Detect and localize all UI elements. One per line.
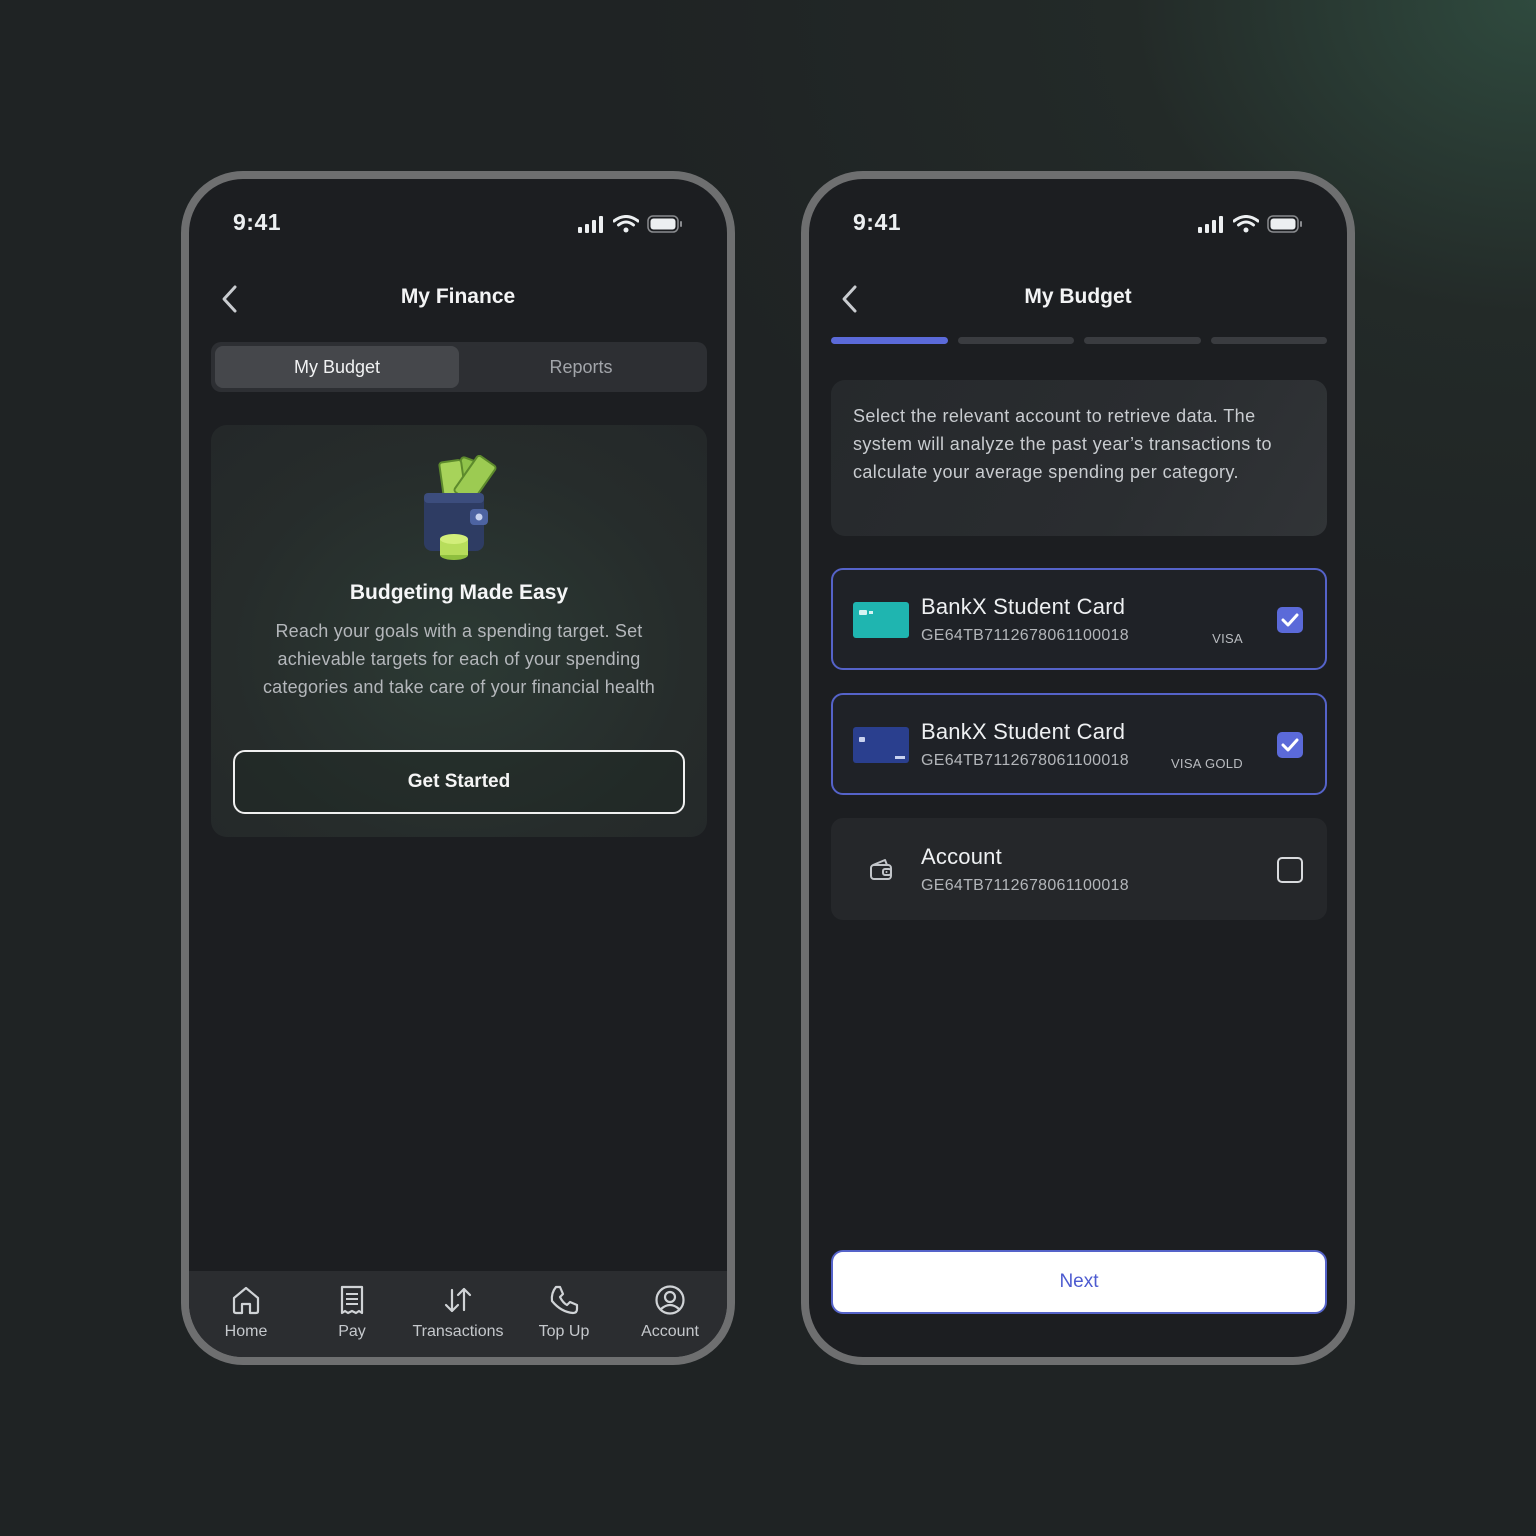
get-started-button[interactable]: Get Started bbox=[233, 750, 685, 814]
arrows-up-down-icon bbox=[441, 1283, 475, 1317]
user-circle-icon bbox=[653, 1283, 687, 1317]
segmented-control: My Budget Reports bbox=[211, 342, 707, 392]
battery-icon bbox=[647, 215, 682, 233]
tab-top-up[interactable]: Top Up bbox=[511, 1271, 617, 1357]
nav-header: My Finance bbox=[189, 275, 727, 323]
hero-description: Reach your goals with a spending target.… bbox=[262, 621, 656, 697]
bottom-tab-bar: Home Pay Transactions Top Up Account bbox=[189, 1271, 727, 1357]
tab-home[interactable]: Home bbox=[193, 1271, 299, 1357]
wifi-icon bbox=[613, 215, 639, 233]
next-button[interactable]: Next bbox=[831, 1250, 1327, 1314]
account-checkbox[interactable] bbox=[1277, 857, 1303, 883]
wifi-icon bbox=[1233, 215, 1259, 233]
card-network: VISA bbox=[1212, 631, 1243, 646]
phone-my-finance: 9:41 My Finance My Budget Reports Budget… bbox=[181, 171, 735, 1365]
card-thumbnail bbox=[853, 602, 909, 638]
status-time: 9:41 bbox=[233, 209, 282, 235]
signal-icon bbox=[1198, 216, 1223, 233]
progress-step-4 bbox=[1210, 337, 1327, 344]
signal-icon bbox=[578, 216, 603, 233]
progress-step-2 bbox=[957, 337, 1074, 344]
phone-icon bbox=[547, 1283, 581, 1317]
account-name: Account bbox=[921, 844, 1002, 869]
tab-account[interactable]: Account bbox=[617, 1271, 723, 1357]
account-checkbox[interactable] bbox=[1277, 732, 1303, 758]
tab-pay[interactable]: Pay bbox=[299, 1271, 405, 1357]
tab-reports[interactable]: Reports bbox=[459, 346, 703, 388]
card-thumbnail bbox=[853, 727, 909, 763]
account-checkbox[interactable] bbox=[1277, 607, 1303, 633]
check-icon bbox=[1281, 613, 1299, 627]
account-option-card-1[interactable]: BankX Student Card GE64TB711267806110001… bbox=[831, 568, 1327, 670]
receipt-icon bbox=[335, 1283, 369, 1317]
tab-label: Home bbox=[224, 1323, 268, 1340]
step-progress bbox=[831, 337, 1327, 344]
account-name: BankX Student Card bbox=[921, 594, 1126, 619]
account-option-card-3[interactable]: Account GE64TB7112678061100018 bbox=[831, 818, 1327, 920]
progress-step-1 bbox=[831, 337, 948, 344]
account-option-card-2[interactable]: BankX Student Card GE64TB711267806110001… bbox=[831, 693, 1327, 795]
account-iban: GE64TB7112678061100018 bbox=[921, 752, 1129, 769]
wallet-money-icon bbox=[424, 455, 497, 560]
hero-title: Budgeting Made Easy bbox=[349, 581, 569, 604]
status-bar: 9:41 bbox=[189, 209, 727, 239]
tab-label: Transactions bbox=[412, 1323, 504, 1340]
tab-label: Top Up bbox=[538, 1323, 590, 1340]
budget-intro-card: Budgeting Made Easy Reach your goals wit… bbox=[211, 425, 707, 837]
wallet-icon bbox=[867, 856, 895, 884]
tab-label: Account bbox=[641, 1323, 699, 1340]
info-text: Select the relevant account to retrieve … bbox=[853, 406, 1272, 482]
card-network: VISA GOLD bbox=[1170, 756, 1243, 771]
battery-icon bbox=[1267, 215, 1302, 233]
account-iban: GE64TB7112678061100018 bbox=[921, 627, 1129, 644]
status-icons bbox=[577, 215, 683, 233]
info-box: Select the relevant account to retrieve … bbox=[831, 380, 1327, 536]
status-bar: 9:41 bbox=[809, 209, 1347, 239]
page-title: My Finance bbox=[400, 285, 516, 308]
home-icon bbox=[229, 1283, 263, 1317]
account-iban: GE64TB7112678061100018 bbox=[921, 877, 1129, 894]
tab-transactions[interactable]: Transactions bbox=[405, 1271, 511, 1357]
check-icon bbox=[1281, 738, 1299, 752]
status-time: 9:41 bbox=[853, 209, 902, 235]
status-icons bbox=[1197, 215, 1303, 233]
tab-my-budget[interactable]: My Budget bbox=[215, 346, 459, 388]
nav-header: My Budget bbox=[809, 275, 1347, 323]
account-name: BankX Student Card bbox=[921, 719, 1126, 744]
tab-label: Pay bbox=[338, 1323, 366, 1340]
phone-my-budget: 9:41 My Budget Select the relevant accou… bbox=[801, 171, 1355, 1365]
progress-step-3 bbox=[1084, 337, 1201, 344]
page-title: My Budget bbox=[1024, 285, 1132, 308]
